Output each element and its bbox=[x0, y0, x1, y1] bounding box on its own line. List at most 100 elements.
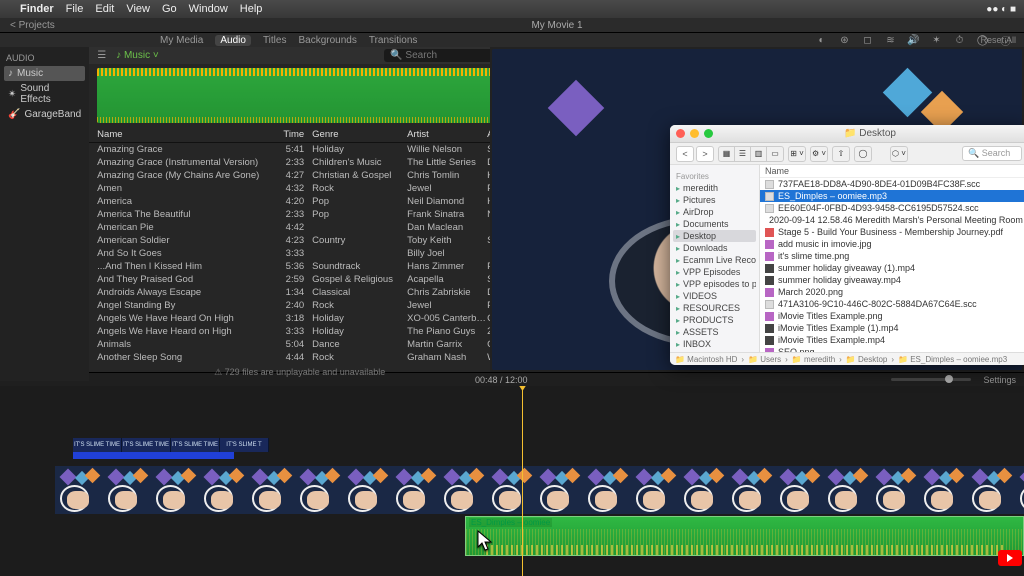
color-correction-icon[interactable]: ⊛ bbox=[838, 34, 851, 47]
file-row[interactable]: Stage 5 - Build Your Business - Membersh… bbox=[760, 226, 1024, 238]
table-row[interactable]: Animals5:04DanceMartin GarrixG bbox=[89, 338, 510, 351]
sidebar-item[interactable]: ▸PRODUCTS bbox=[673, 314, 756, 326]
table-row[interactable]: Amen4:32RockJewelPi bbox=[89, 182, 510, 195]
app-name[interactable]: Finder bbox=[20, 3, 54, 15]
video-thumbnail[interactable] bbox=[631, 466, 679, 514]
sidebar-sound-effects[interactable]: ✴ Sound Effects bbox=[4, 81, 85, 107]
title-clip[interactable]: IT'S SLIME T bbox=[220, 438, 269, 452]
file-row[interactable]: summer holiday giveaway.mp4 bbox=[760, 274, 1024, 286]
file-row[interactable]: ES_Dimples – oomiee.mp3 bbox=[760, 190, 1024, 202]
tab-titles[interactable]: Titles bbox=[263, 35, 287, 46]
file-row[interactable]: iMovie Titles Example (1).mp4 bbox=[760, 322, 1024, 334]
sidebar-item[interactable]: ▸Documents bbox=[673, 218, 756, 230]
tab-backgrounds[interactable]: Backgrounds bbox=[298, 35, 356, 46]
sidebar-item[interactable]: ▸Desktop bbox=[673, 230, 756, 242]
video-thumbnail[interactable] bbox=[103, 466, 151, 514]
video-thumbnail[interactable] bbox=[343, 466, 391, 514]
table-row[interactable]: ...And Then I Kissed Him5:36SoundtrackHa… bbox=[89, 260, 510, 273]
video-thumbnail[interactable] bbox=[487, 466, 535, 514]
video-thumbnail[interactable] bbox=[391, 466, 439, 514]
table-row[interactable]: Another Sleep Song4:44RockGraham NashW bbox=[89, 351, 510, 364]
table-row[interactable]: And So It Goes3:33Billy Joel bbox=[89, 247, 510, 260]
file-row[interactable]: EE60E04F-0FBD-4D93-9458-CC6195D57524.scc bbox=[760, 202, 1024, 214]
finder-file-list[interactable]: Name 737FAE18-DD8A-4D90-8DE4-01D09B4FC38… bbox=[760, 165, 1024, 352]
noise-icon[interactable]: ✶ bbox=[930, 34, 943, 47]
menu-help[interactable]: Help bbox=[240, 3, 263, 15]
title-clip[interactable]: IT'S SLIME TIME bbox=[73, 438, 122, 452]
sidebar-item[interactable]: ▸RESOURCES bbox=[673, 302, 756, 314]
icon-view-icon[interactable]: ▦ bbox=[719, 147, 735, 161]
color-balance-icon[interactable]: ◐ bbox=[815, 34, 828, 47]
video-thumbnail[interactable] bbox=[199, 466, 247, 514]
table-row[interactable]: American Soldier4:23CountryToby KeithSt bbox=[89, 234, 510, 247]
file-row[interactable]: iMovie Titles Example.png bbox=[760, 310, 1024, 322]
zoom-icon[interactable] bbox=[704, 129, 713, 138]
table-row[interactable]: Angel Standing By2:40RockJewelPi bbox=[89, 299, 510, 312]
video-thumbnail[interactable] bbox=[535, 466, 583, 514]
menu-view[interactable]: View bbox=[126, 3, 150, 15]
column-view-icon[interactable]: ▥ bbox=[751, 147, 767, 161]
menu-edit[interactable]: Edit bbox=[95, 3, 114, 15]
action-menu[interactable]: ⚙ ˅ bbox=[810, 146, 828, 162]
dropbox-button[interactable]: ⬡ ˅ bbox=[890, 146, 908, 162]
list-view-icon[interactable]: ☰ bbox=[95, 49, 108, 62]
video-thumbnail[interactable] bbox=[439, 466, 487, 514]
table-row[interactable]: Amazing Grace5:41HolidayWillie NelsonSe bbox=[89, 143, 510, 156]
stabilize-icon[interactable]: ≋ bbox=[884, 34, 897, 47]
song-list[interactable]: Amazing Grace5:41HolidayWillie NelsonSeA… bbox=[89, 143, 510, 364]
volume-icon[interactable]: 🔊 bbox=[907, 34, 920, 47]
playhead[interactable] bbox=[522, 386, 523, 576]
name-column[interactable]: Name bbox=[760, 165, 1024, 178]
forward-button[interactable]: > bbox=[696, 146, 714, 162]
sidebar-item[interactable]: ▸INBOX bbox=[673, 338, 756, 350]
minimize-icon[interactable] bbox=[690, 129, 699, 138]
finder-sidebar[interactable]: Favorites ▸meredith▸Pictures▸AirDrop▸Doc… bbox=[670, 165, 760, 352]
video-thumbnail[interactable] bbox=[151, 466, 199, 514]
file-row[interactable]: 471A3106-9C10-446C-802C-5884DA67C64E.scc bbox=[760, 298, 1024, 310]
file-row[interactable]: add music in imovie.jpg bbox=[760, 238, 1024, 250]
table-row[interactable]: Angels We Have Heard On High3:18HolidayX… bbox=[89, 312, 510, 325]
speed-icon[interactable]: ⏱ bbox=[953, 34, 966, 47]
finder-path-bar[interactable]: 📁 Macintosh HD › 📁 Users › 📁 meredith › … bbox=[670, 352, 1024, 365]
browser-search[interactable]: 🔍 Search bbox=[384, 49, 504, 62]
video-thumbnail[interactable] bbox=[871, 466, 919, 514]
sidebar-item[interactable]: ▸meredith bbox=[673, 182, 756, 194]
browser-breadcrumb[interactable]: ♪ Music ˅ bbox=[116, 50, 159, 61]
video-thumbnail[interactable] bbox=[247, 466, 295, 514]
title-clip[interactable]: IT'S SLIME TIME bbox=[171, 438, 220, 452]
table-row[interactable]: America4:20PopNeil DiamondH bbox=[89, 195, 510, 208]
table-row[interactable]: Amazing Grace (My Chains Are Gone)4:27Ch… bbox=[89, 169, 510, 182]
audio-clip[interactable]: ES_Dimples – oomiee bbox=[465, 516, 1024, 556]
table-row[interactable]: America The Beautiful2:33PopFrank Sinatr… bbox=[89, 208, 510, 221]
table-row[interactable]: Androids Always Escape1:34ClassicalChris… bbox=[89, 286, 510, 299]
tab-transitions[interactable]: Transitions bbox=[369, 35, 418, 46]
menu-go[interactable]: Go bbox=[162, 3, 177, 15]
col-time[interactable]: Time bbox=[272, 129, 312, 140]
sidebar-item[interactable]: ▸VPP episodes to pu… bbox=[673, 278, 756, 290]
sidebar-item[interactable]: ▸Pictures bbox=[673, 194, 756, 206]
zoom-slider[interactable] bbox=[891, 378, 971, 381]
menu-window[interactable]: Window bbox=[189, 3, 228, 15]
close-icon[interactable] bbox=[676, 129, 685, 138]
file-row[interactable]: summer holiday giveaway (1).mp4 bbox=[760, 262, 1024, 274]
file-row[interactable]: 737FAE18-DD8A-4D90-8DE4-01D09B4FC38F.scc bbox=[760, 178, 1024, 190]
video-thumbnail[interactable] bbox=[295, 466, 343, 514]
finder-titlebar[interactable]: 📁 Desktop bbox=[670, 125, 1024, 143]
table-header[interactable]: Name Time Genre Artist Al bbox=[89, 127, 510, 143]
title-clip[interactable]: IT'S SLIME TIME bbox=[122, 438, 171, 452]
video-thumbnail[interactable] bbox=[967, 466, 1015, 514]
arrange-menu[interactable]: ⊞ ˅ bbox=[788, 146, 806, 162]
tab-my-media[interactable]: My Media bbox=[160, 35, 203, 46]
projects-back[interactable]: < Projects bbox=[0, 20, 90, 31]
sidebar-item[interactable]: ▸Ecamm Live Record… bbox=[673, 254, 756, 266]
sidebar-item[interactable]: ▸Downloads bbox=[673, 242, 756, 254]
video-thumbnail[interactable] bbox=[823, 466, 871, 514]
video-thumbnail[interactable] bbox=[775, 466, 823, 514]
col-name[interactable]: Name bbox=[97, 129, 272, 140]
video-thumbnail[interactable] bbox=[919, 466, 967, 514]
view-switcher[interactable]: ▦ ☰ ▥ ▭ bbox=[718, 146, 784, 162]
table-row[interactable]: Amazing Grace (Instrumental Version)2:33… bbox=[89, 156, 510, 169]
table-row[interactable]: Angels We Have Heard on High3:33HolidayT… bbox=[89, 325, 510, 338]
tags-button[interactable]: ◯ bbox=[854, 146, 872, 162]
video-track[interactable] bbox=[55, 466, 1024, 514]
